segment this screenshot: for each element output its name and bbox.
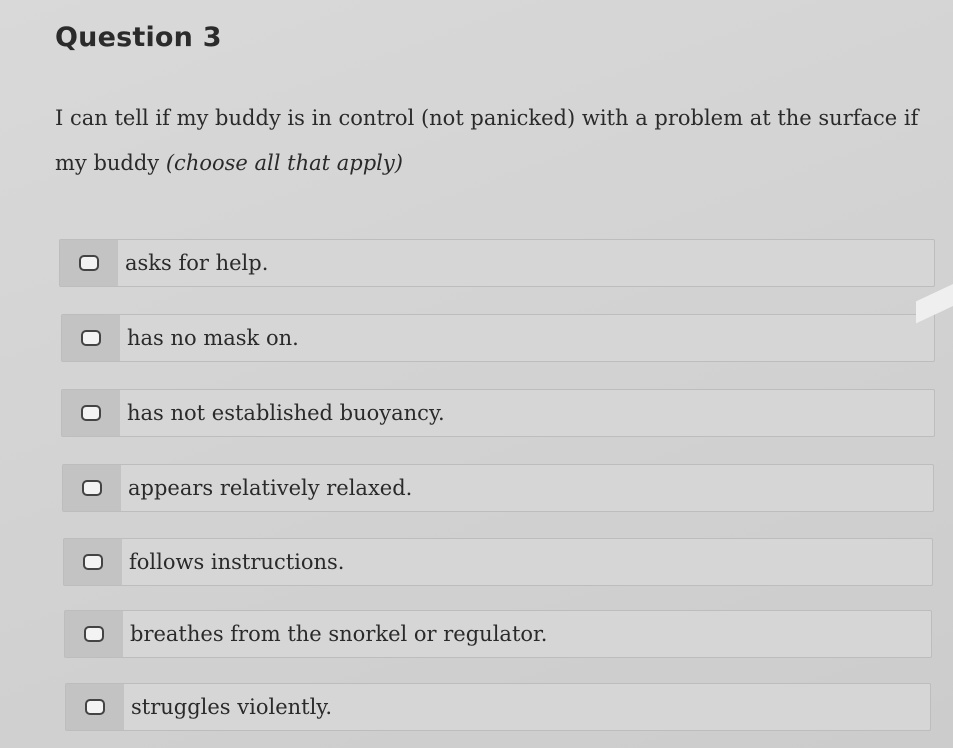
- option-label: has not established buoyancy.: [127, 401, 445, 425]
- option-breathes-from-snorkel-or-regulator[interactable]: breathes from the snorkel or regulator.: [64, 610, 932, 658]
- option-appears-relatively-relaxed[interactable]: appears relatively relaxed.: [62, 464, 934, 512]
- option-label: appears relatively relaxed.: [128, 476, 413, 500]
- option-asks-for-help[interactable]: asks for help.: [59, 239, 935, 287]
- option-label: follows instructions.: [129, 550, 345, 574]
- option-label: breathes from the snorkel or regulator.: [130, 622, 548, 646]
- option-checkbox-cell[interactable]: [62, 315, 120, 361]
- option-checkbox-cell[interactable]: [63, 465, 121, 511]
- option-struggles-violently[interactable]: struggles violently.: [65, 683, 931, 731]
- checkbox-icon[interactable]: [82, 480, 102, 496]
- option-label: asks for help.: [125, 251, 269, 275]
- checkbox-icon[interactable]: [79, 255, 99, 271]
- checkbox-icon[interactable]: [81, 330, 101, 346]
- option-follows-instructions[interactable]: follows instructions.: [63, 538, 933, 586]
- option-has-not-established-buoyancy[interactable]: has not established buoyancy.: [61, 389, 935, 437]
- checkbox-icon[interactable]: [81, 405, 101, 421]
- option-checkbox-cell[interactable]: [66, 684, 124, 730]
- option-label: struggles violently.: [131, 695, 333, 719]
- checkbox-icon[interactable]: [84, 626, 104, 642]
- option-checkbox-cell[interactable]: [65, 611, 123, 657]
- option-checkbox-cell[interactable]: [64, 539, 122, 585]
- answer-options: asks for help. has no mask on. has not e…: [0, 0, 953, 748]
- option-has-no-mask-on[interactable]: has no mask on.: [61, 314, 935, 362]
- option-label: has no mask on.: [127, 326, 299, 350]
- option-checkbox-cell[interactable]: [60, 240, 118, 286]
- checkbox-icon[interactable]: [85, 699, 105, 715]
- option-checkbox-cell[interactable]: [62, 390, 120, 436]
- checkbox-icon[interactable]: [83, 554, 103, 570]
